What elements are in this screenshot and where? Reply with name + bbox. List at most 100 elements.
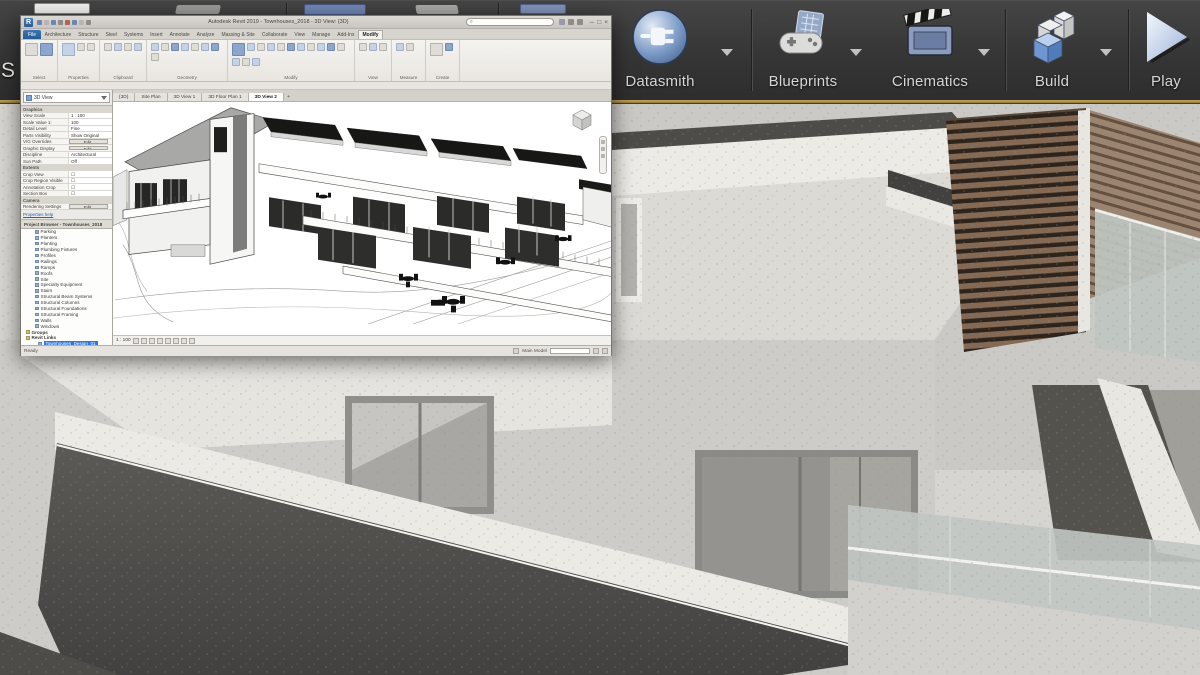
view-tab[interactable]: Site Plan [135, 93, 167, 101]
ribbon-panel-create[interactable]: Create [426, 40, 460, 81]
view-tab-bar: {3D}Site Plan3D View 13D Floor Plan 13D … [113, 90, 611, 102]
tree-item-icon [35, 266, 39, 270]
viewcube[interactable] [569, 106, 595, 132]
marketplace-icon-partial [415, 5, 459, 14]
crop-region-icon [173, 338, 179, 344]
play-label: Play [1134, 73, 1198, 90]
ribbon-tab[interactable]: Massing & Site [218, 31, 258, 39]
ribbon-tab[interactable]: Architecture [41, 31, 75, 39]
options-bar [21, 82, 611, 90]
ribbon-panel-select[interactable]: Select [21, 40, 58, 81]
type-selector[interactable]: 3D View [23, 92, 110, 103]
ribbon-tab[interactable]: Steel [102, 31, 120, 39]
ribbon-tab[interactable]: View [291, 31, 309, 39]
cinematics-label: Cinematics [884, 73, 976, 90]
datasmith-icon [631, 9, 689, 67]
status-text: Ready [24, 349, 38, 354]
properties-help-link[interactable]: Properties help [21, 210, 112, 220]
blueprints-dropdown[interactable] [848, 45, 864, 59]
cinematics-button[interactable]: Cinematics [884, 7, 976, 99]
ribbon-panel-clipboard[interactable]: Clipboard [100, 40, 147, 81]
quick-access-toolbar[interactable] [37, 20, 91, 25]
worksets-icon[interactable] [513, 348, 519, 354]
account-icons[interactable] [559, 19, 583, 25]
temporary-hide-icon [181, 338, 187, 344]
revit-window: R Autodesk Revit 2019 - Townhouses_2018 … [20, 15, 612, 356]
blueprints-label: Blueprints [757, 73, 849, 90]
ribbon-panel-geometry[interactable]: Geometry [147, 40, 228, 81]
ribbon-panel-modify[interactable]: Modify [228, 40, 355, 81]
view-control-bar[interactable]: 1 : 100 [113, 335, 611, 345]
blueprints-button[interactable]: Blueprints [757, 7, 849, 99]
revit-search-box[interactable]: ⌕ [466, 18, 554, 26]
ribbon-tab[interactable]: Modify [358, 30, 383, 39]
properties-palette: 3D View Graphics View Scale 1 : 100 Scal… [21, 90, 113, 345]
drawing-area[interactable]: {3D}Site Plan3D View 13D Floor Plan 13D … [113, 90, 611, 345]
ribbon-tab-bar: FileArchitectureStructureSteelSystemsIns… [21, 29, 611, 40]
ribbon-tab[interactable]: Insert [147, 31, 167, 39]
save-icon-partial [34, 3, 90, 14]
ribbon-panel-properties[interactable]: Properties [58, 40, 100, 81]
revit-app-icon: R [24, 18, 33, 27]
view-tab[interactable]: 3D View 2 [249, 93, 284, 101]
ribbon-tab[interactable]: File [23, 30, 41, 39]
tree-item-icon [35, 271, 39, 275]
revit-titlebar[interactable]: R Autodesk Revit 2019 - Townhouses_2018 … [21, 16, 611, 29]
minimize-button[interactable]: ─ [590, 19, 595, 26]
cinematics-icon [902, 9, 958, 65]
ribbon-tab[interactable]: Systems [120, 31, 146, 39]
settings-icon-partial [520, 4, 566, 14]
view-tab[interactable]: 3D Floor Plan 1 [202, 93, 248, 101]
tree-item-icon [35, 230, 39, 234]
browser-tree-item[interactable]: Townhouses_Design_01 [21, 341, 112, 345]
ribbon-tab[interactable]: Structure [75, 31, 102, 39]
ribbon-tab[interactable]: Analyze [193, 31, 218, 39]
tree-item-icon [35, 301, 39, 305]
ribbon-tab[interactable]: Manage [309, 31, 334, 39]
tree-item-icon [35, 248, 39, 252]
datasmith-label: Datasmith [608, 73, 712, 90]
ribbon-tab[interactable]: Collaborate [258, 31, 291, 39]
townhouse-3d-sketch [113, 102, 611, 324]
chevron-down-icon [101, 96, 107, 100]
play-icon [1138, 9, 1194, 65]
ribbon-panel-view[interactable]: View [355, 40, 392, 81]
clipped-toolbar-button[interactable]: S [1, 59, 15, 83]
content-icon-partial [304, 4, 366, 15]
cinematics-dropdown[interactable] [976, 45, 992, 59]
ribbon: Select Properties Clipboard Geometry Mod… [21, 40, 611, 82]
view-tab[interactable]: + [284, 93, 293, 101]
tree-item-icon [35, 277, 39, 281]
crop-view-icon [165, 338, 171, 344]
ribbon-panel-measure[interactable]: Measure [392, 40, 426, 81]
tree-item-icon [35, 307, 39, 311]
screenshot-root: S Datasmith [0, 0, 1200, 675]
datasmith-button[interactable]: Datasmith [608, 7, 712, 99]
reveal-hidden-icon [189, 338, 195, 344]
navigation-bar[interactable] [599, 136, 607, 174]
tree-item-icon [35, 324, 39, 328]
select-filter-icon[interactable] [593, 348, 599, 354]
view-tab[interactable]: 3D View 1 [168, 93, 203, 101]
view-tab[interactable]: {3D} [113, 93, 135, 101]
visual-style-icon [141, 338, 147, 344]
tree-item-icon [35, 236, 39, 240]
tree-item-icon [35, 319, 39, 323]
properties-grid: Graphics View Scale 1 : 100 Scale Value … [21, 105, 112, 210]
project-browser-header: Project Browser - Townhouses_2018 [21, 220, 112, 229]
datasmith-dropdown[interactable] [719, 45, 735, 59]
shadows-icon [157, 338, 163, 344]
tree-item-icon [26, 336, 30, 340]
tree-item-icon [35, 260, 39, 264]
filter-field[interactable] [550, 348, 590, 354]
status-bar: Ready Main Model [21, 345, 611, 356]
play-button[interactable]: Play [1134, 7, 1198, 99]
build-button[interactable]: Build [1012, 7, 1092, 99]
ribbon-tab[interactable]: Annotate [166, 31, 193, 39]
editable-only-icon[interactable] [602, 348, 608, 354]
ribbon-tab[interactable]: Add-Ins [334, 31, 358, 39]
scale-indicator: 1 : 100 [116, 338, 131, 343]
maximize-button[interactable]: □ [597, 19, 601, 26]
close-button[interactable]: × [604, 19, 608, 26]
build-dropdown[interactable] [1098, 45, 1114, 59]
